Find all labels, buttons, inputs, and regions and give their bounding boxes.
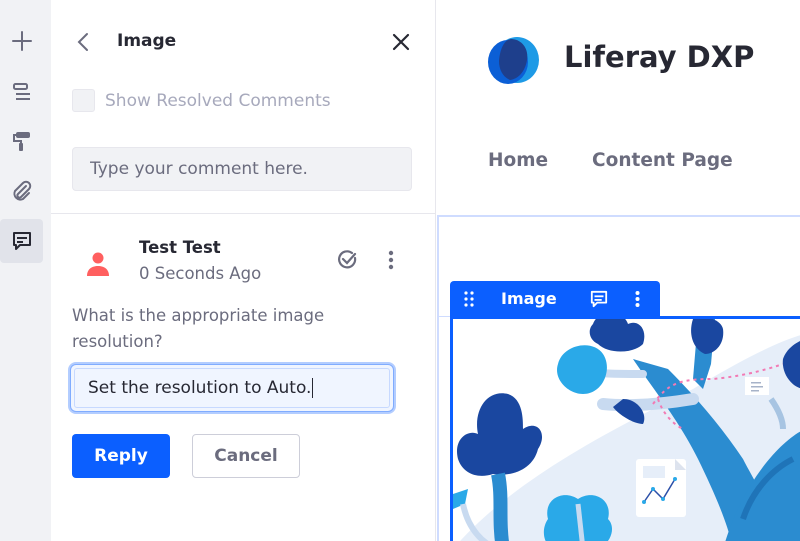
back-button[interactable] bbox=[71, 28, 95, 56]
check-circle-icon bbox=[338, 250, 357, 269]
fragment-comments-button[interactable] bbox=[588, 288, 610, 310]
site-navigation: Home Content Page bbox=[488, 150, 733, 171]
fragment-name: Image bbox=[501, 289, 557, 308]
liferay-logo-icon[interactable] bbox=[487, 34, 541, 86]
show-resolved-checkbox[interactable] bbox=[72, 89, 95, 112]
reply-input-value: Set the resolution to Auto. bbox=[88, 378, 312, 398]
comment-timestamp: 0 Seconds Ago bbox=[139, 264, 262, 283]
comments-panel: Image Show Resolved Comments Test Test 0… bbox=[51, 0, 436, 541]
page-editor: Image Show Resolved Comments Test Test 0… bbox=[0, 0, 800, 541]
tree-illustration bbox=[453, 319, 800, 541]
comment-author: Test Test bbox=[139, 238, 221, 257]
paperclip-icon bbox=[12, 180, 31, 201]
reply-button[interactable]: Reply bbox=[72, 434, 170, 478]
divider bbox=[51, 213, 436, 214]
avatar bbox=[87, 252, 109, 276]
resolve-comment-button[interactable] bbox=[333, 246, 361, 274]
chevron-left-icon bbox=[77, 33, 88, 51]
nav-item-home[interactable]: Home bbox=[488, 150, 548, 171]
close-icon bbox=[392, 33, 410, 51]
comment-body: What is the appropriate image resolution… bbox=[72, 306, 325, 351]
comments-icon bbox=[12, 232, 31, 250]
site-name[interactable]: Liferay DXP bbox=[564, 40, 754, 74]
drag-handle-icon[interactable] bbox=[463, 290, 475, 308]
sidebar-rail bbox=[0, 0, 51, 541]
rail-look-and-feel-button[interactable] bbox=[0, 119, 43, 163]
page-preview: Liferay DXP Home Content Page Image bbox=[437, 0, 800, 541]
panel-title: Image bbox=[117, 31, 177, 51]
plus-icon bbox=[11, 31, 32, 51]
close-button[interactable] bbox=[387, 28, 415, 56]
page-structure-icon bbox=[12, 83, 30, 100]
panel-header: Image bbox=[51, 22, 436, 62]
comment-options-button[interactable] bbox=[379, 246, 403, 274]
text-caret bbox=[312, 378, 314, 398]
nav-item-content-page[interactable]: Content Page bbox=[592, 150, 733, 171]
ellipsis-v-icon bbox=[635, 291, 639, 307]
drop-area-line bbox=[437, 316, 451, 317]
show-resolved-label: Show Resolved Comments bbox=[105, 90, 331, 111]
ellipsis-v-icon bbox=[388, 250, 394, 270]
fragment-topper[interactable]: Image bbox=[450, 281, 660, 317]
rail-comments-button[interactable] bbox=[0, 219, 43, 263]
comments-icon bbox=[590, 290, 608, 308]
rail-mapping-button[interactable] bbox=[0, 169, 43, 213]
fragment-options-button[interactable] bbox=[630, 287, 644, 311]
reply-input[interactable]: Set the resolution to Auto. bbox=[70, 364, 394, 412]
paint-roller-icon bbox=[12, 132, 30, 151]
rail-add-button[interactable] bbox=[0, 19, 43, 63]
show-resolved-toggle[interactable]: Show Resolved Comments bbox=[72, 89, 331, 112]
image-fragment[interactable] bbox=[450, 316, 800, 541]
cancel-button[interactable]: Cancel bbox=[192, 434, 300, 478]
rail-page-structure-button[interactable] bbox=[0, 70, 43, 114]
new-comment-input[interactable] bbox=[72, 147, 412, 191]
